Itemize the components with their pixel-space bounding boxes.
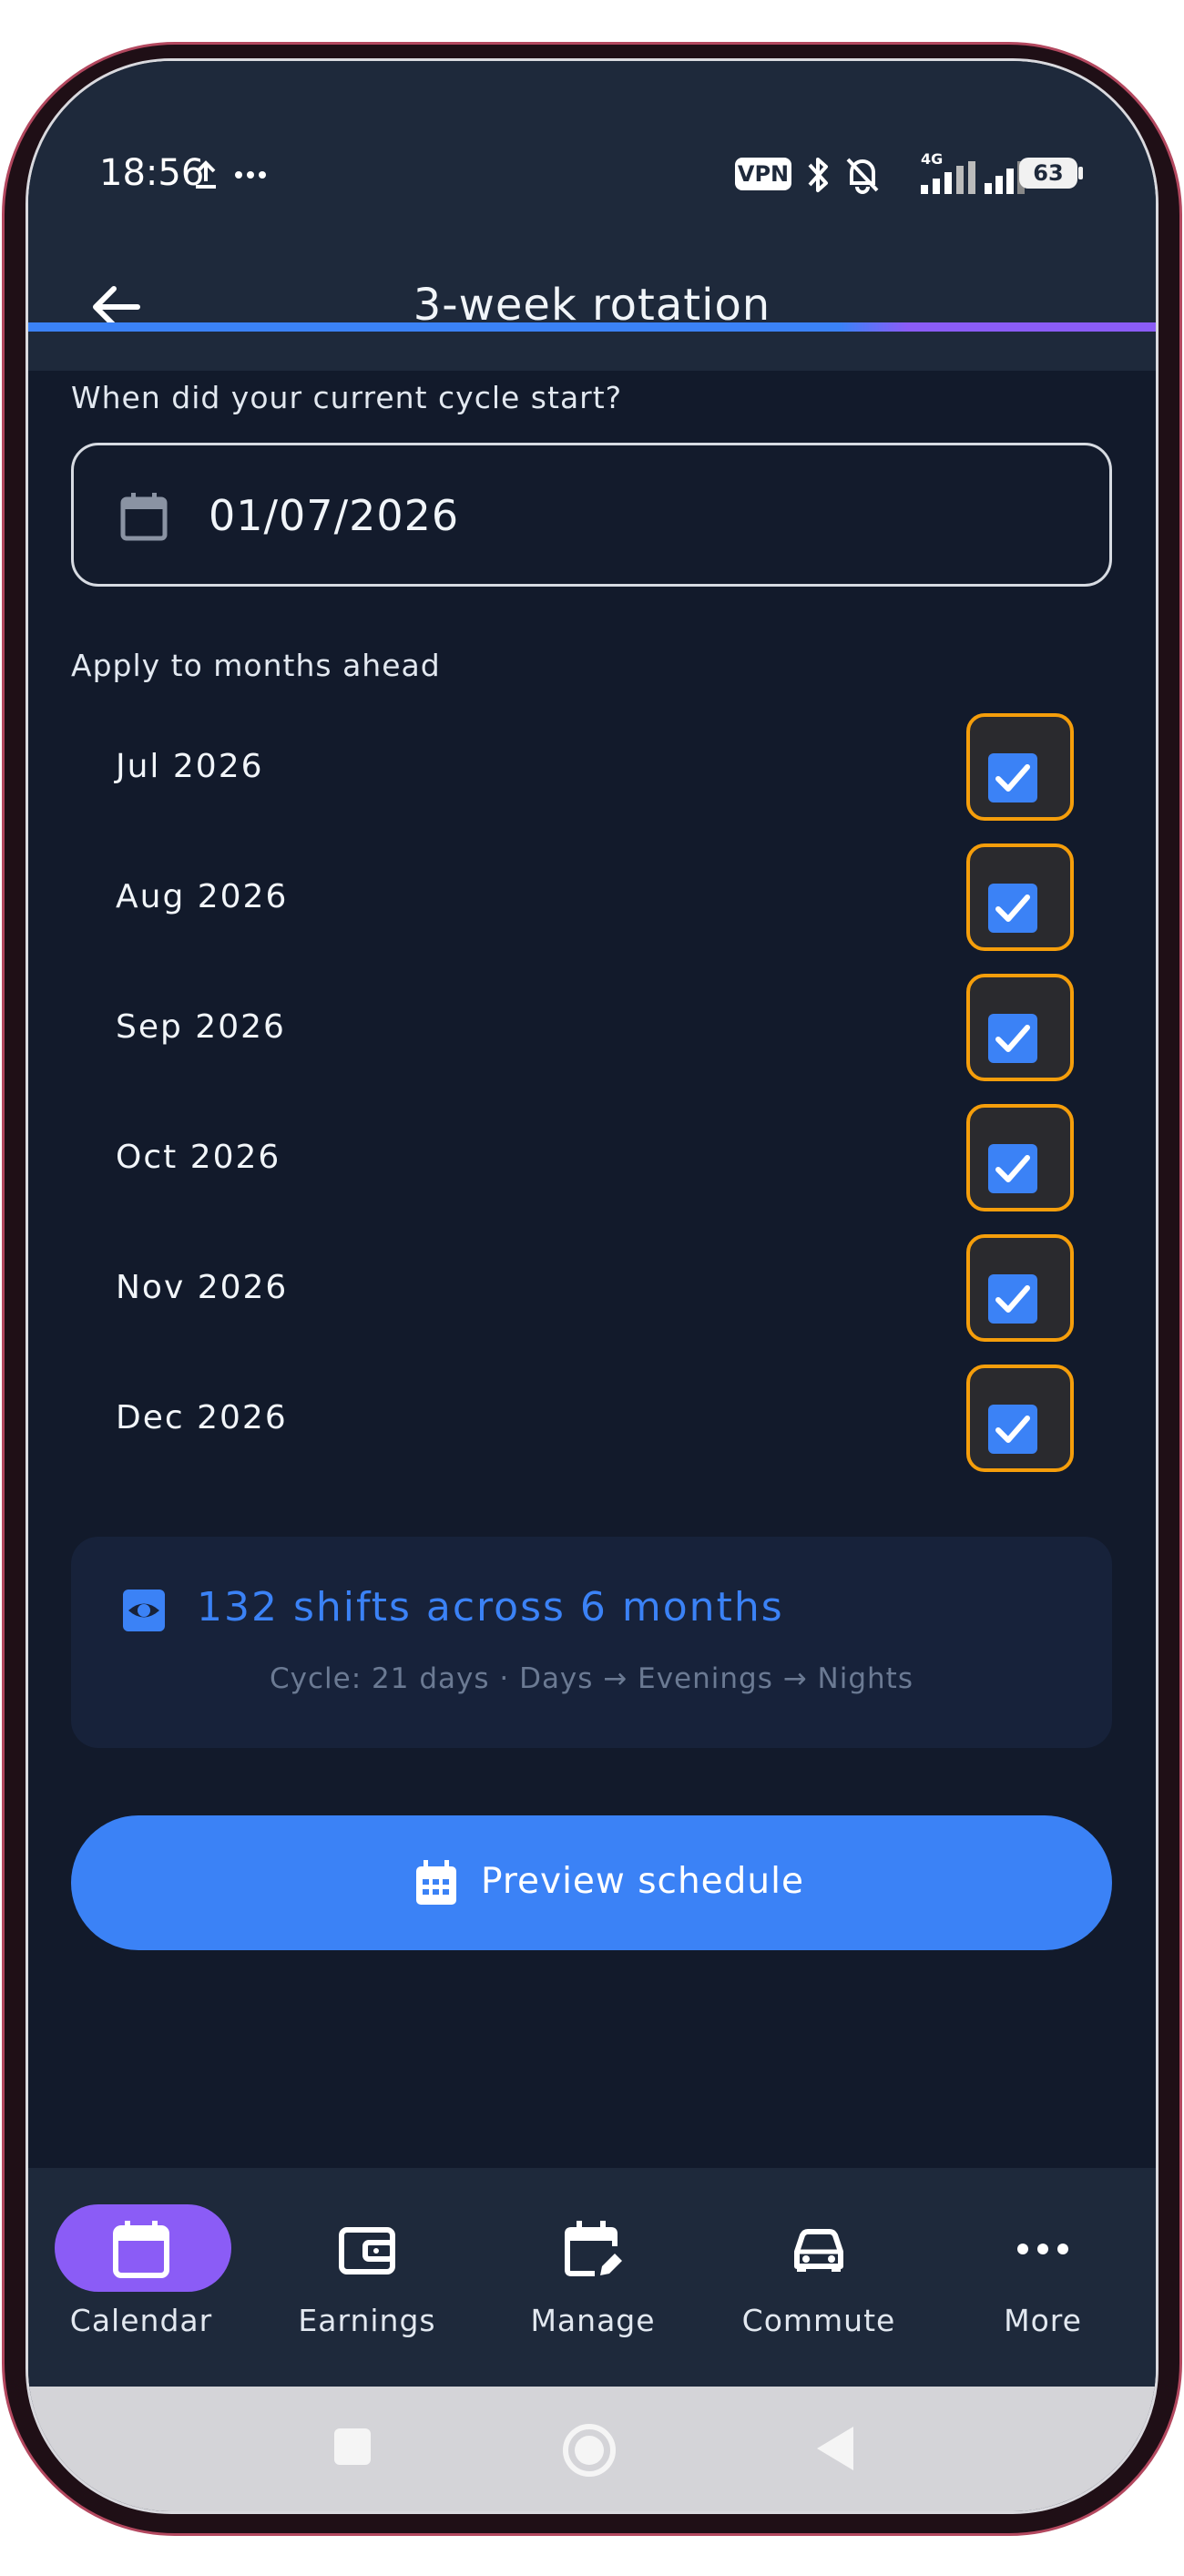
month-checkbox[interactable]: [966, 713, 1074, 821]
bottom-navigation: Calendar Earnings Manage Commute More: [28, 2168, 1156, 2387]
month-row[interactable]: Dec 2026: [28, 1365, 1156, 1474]
months-ahead-label: Apply to months ahead: [71, 648, 441, 683]
month-checkbox[interactable]: [966, 1365, 1074, 1472]
preview-schedule-button[interactable]: Preview schedule: [71, 1815, 1112, 1950]
nav-item-earnings[interactable]: Earnings: [267, 2168, 467, 2387]
nav-label-earnings: Earnings: [298, 2303, 436, 2338]
check-icon: [995, 1285, 1030, 1313]
nav-label-manage: Manage: [530, 2303, 656, 2338]
cycle-start-date-field[interactable]: 01/07/2026: [71, 443, 1112, 587]
month-checkbox[interactable]: [966, 1234, 1074, 1342]
preview-schedule-label: Preview schedule: [481, 1861, 804, 1902]
wallet-icon: [339, 2227, 395, 2274]
calendar-icon: [113, 2221, 169, 2278]
cycle-question-label: When did your current cycle start?: [71, 380, 623, 415]
check-icon: [995, 1155, 1030, 1182]
bluetooth-icon: [808, 158, 828, 192]
back-nav-icon[interactable]: [811, 2423, 859, 2474]
system-navigation-bar: [28, 2387, 1156, 2511]
check-icon: [995, 1025, 1030, 1052]
status-bar: 18:56 VPN 4G 63: [28, 61, 1156, 243]
checkbox-checked: [988, 753, 1037, 802]
home-icon[interactable]: [560, 2421, 618, 2479]
status-time: 18:56: [99, 152, 205, 194]
month-checkbox[interactable]: [966, 1104, 1074, 1211]
month-row[interactable]: Sep 2026: [28, 974, 1156, 1083]
checkbox-checked: [988, 1144, 1037, 1193]
nav-label-more: More: [1004, 2303, 1082, 2338]
month-checkbox[interactable]: [966, 974, 1074, 1081]
check-icon: [995, 764, 1030, 792]
signal-icon: [921, 161, 975, 194]
summary-title: 132 shifts across 6 months: [197, 1584, 784, 1630]
check-icon: [995, 1416, 1030, 1443]
battery-indicator: 63: [1019, 158, 1083, 189]
month-label: Nov 2026: [116, 1269, 289, 1306]
summary-card: 132 shifts across 6 months Cycle: 21 day…: [71, 1537, 1112, 1748]
nav-item-calendar[interactable]: Calendar: [41, 2168, 241, 2387]
checkbox-checked: [988, 884, 1037, 933]
nav-item-manage[interactable]: Manage: [493, 2168, 693, 2387]
progress-bar: [28, 322, 1156, 332]
preview-eye-icon: [123, 1590, 165, 1631]
month-checkbox[interactable]: [966, 843, 1074, 951]
nav-item-commute[interactable]: Commute: [719, 2168, 919, 2387]
more-notifications-icon: [235, 171, 266, 179]
month-label: Oct 2026: [116, 1139, 281, 1176]
month-label: Jul 2026: [116, 748, 264, 785]
calendar-edit-icon: [565, 2221, 622, 2276]
calendar-grid-icon: [416, 1860, 456, 1905]
month-label: Aug 2026: [116, 878, 289, 915]
recents-icon[interactable]: [331, 2425, 374, 2469]
app-screen: 18:56 VPN 4G 63 3-week rotation When did…: [26, 58, 1158, 2514]
nav-label-calendar: Calendar: [69, 2303, 213, 2338]
summary-subtitle: Cycle: 21 days · Days → Evenings → Night…: [270, 1662, 914, 1695]
checkbox-checked: [988, 1014, 1037, 1063]
more-icon: [1017, 2244, 1068, 2254]
calendar-icon: [120, 493, 168, 541]
month-row[interactable]: Oct 2026: [28, 1104, 1156, 1213]
vpn-badge: VPN: [735, 158, 791, 190]
check-icon: [995, 894, 1030, 922]
month-row[interactable]: Aug 2026: [28, 843, 1156, 953]
checkbox-checked: [988, 1274, 1037, 1324]
month-label: Sep 2026: [116, 1008, 286, 1046]
nav-label-commute: Commute: [741, 2303, 896, 2338]
upload-icon: [196, 160, 216, 189]
cycle-start-date-value: 01/07/2026: [209, 491, 460, 540]
month-label: Dec 2026: [116, 1399, 288, 1436]
car-icon: [794, 2229, 843, 2272]
bell-off-icon: [846, 158, 879, 194]
app-header: 3-week rotation: [28, 243, 1156, 371]
nav-item-more[interactable]: More: [943, 2168, 1143, 2387]
month-row[interactable]: Nov 2026: [28, 1234, 1156, 1344]
month-row[interactable]: Jul 2026: [28, 713, 1156, 823]
checkbox-checked: [988, 1405, 1037, 1454]
